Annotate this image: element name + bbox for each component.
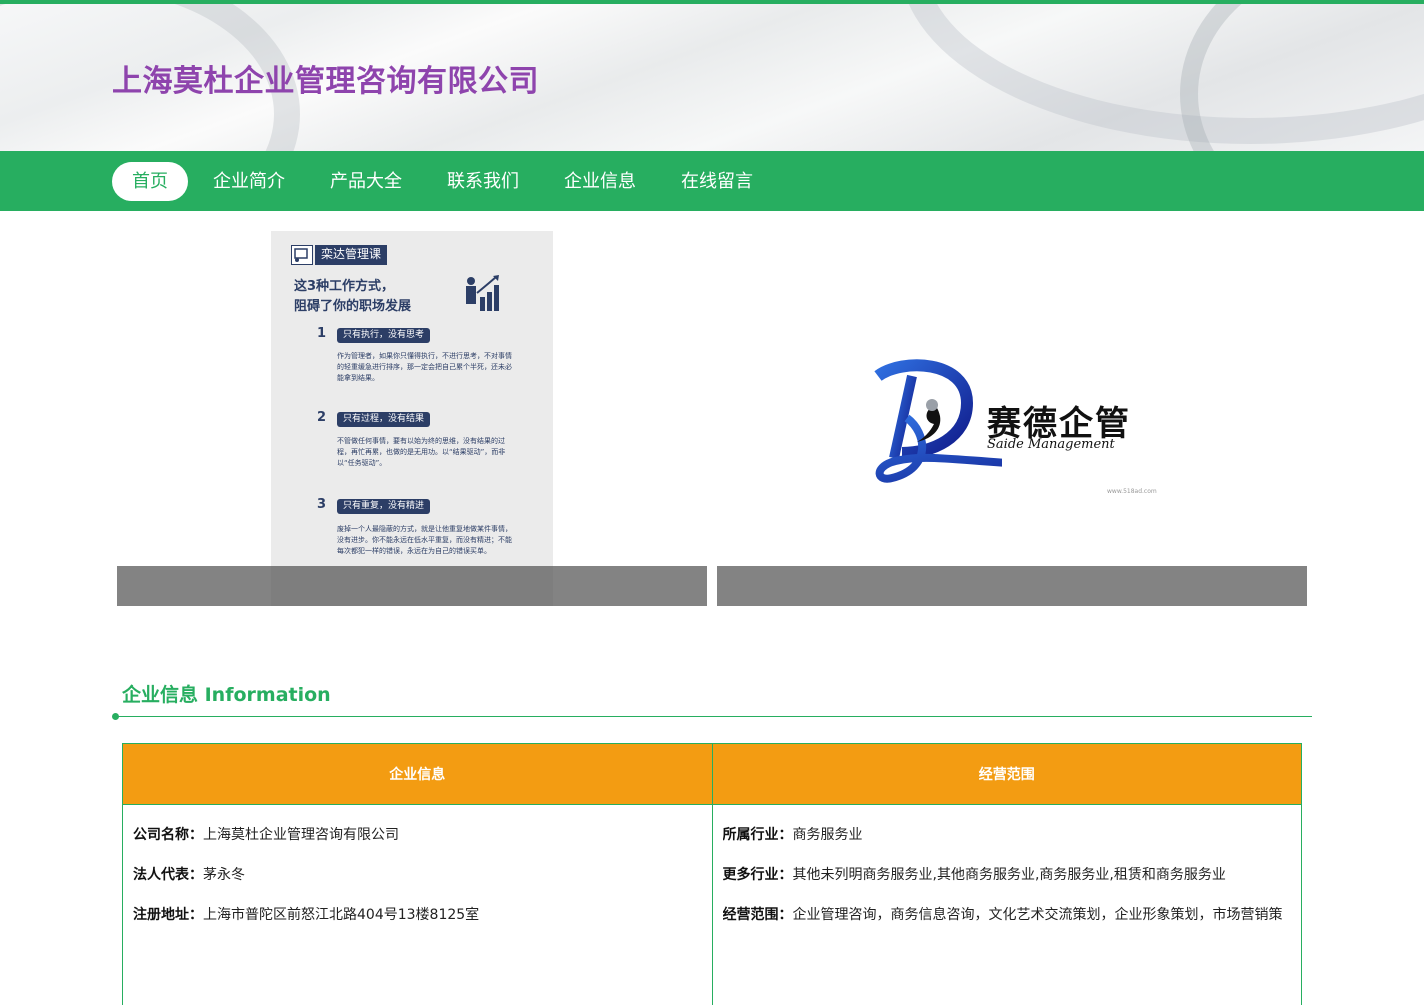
company-info-column: 公司名称：上海莫杜企业管理咨询有限公司 法人代表：茅永冬 注册地址：上海市普陀区… <box>122 804 713 1005</box>
poster-point-number: 3 <box>317 497 327 512</box>
section-divider <box>116 716 1312 717</box>
poster-point-number: 2 <box>317 410 327 425</box>
nav-item-about[interactable]: 企业简介 <box>204 162 294 201</box>
carousel-slide-1[interactable]: 栾达管理课 这3种工作方式， 阻碍了你的职场发展 1 只有执行，没有思考 作为管… <box>117 230 707 606</box>
slide-caption-bar <box>117 566 707 606</box>
info-row-company-name: 公司名称：上海莫杜企业管理咨询有限公司 <box>133 825 702 865</box>
info-key: 公司名称： <box>133 827 203 843</box>
poster-point-text: 不管做任何事情，要有以始为终的思维，没有结果的过程，再忙再累，也做的是无用功。以… <box>337 437 506 467</box>
info-key: 注册地址： <box>133 907 203 923</box>
nav-item-contact[interactable]: 联系我们 <box>438 162 528 201</box>
info-value: 上海市普陀区前怒江北路404号13楼8125室 <box>203 907 480 923</box>
info-key: 法人代表： <box>133 867 203 883</box>
info-key: 更多行业： <box>722 867 793 883</box>
main-nav: 首页 企业简介 产品大全 联系我们 企业信息 在线留言 <box>0 151 1424 211</box>
nav-item-products[interactable]: 产品大全 <box>321 162 411 201</box>
site-title[interactable]: 上海莫杜企业管理咨询有限公司 <box>112 56 539 100</box>
poster-point-title: 只有重复，没有精进 <box>337 499 431 514</box>
saide-logo-url: www.518ad.com <box>1107 488 1157 495</box>
poster-point-title: 只有过程，没有结果 <box>337 412 431 427</box>
poster-headline-line-2: 阻碍了你的职场发展 <box>294 299 412 314</box>
poster-tag: 栾达管理课 <box>315 245 388 265</box>
saide-logo: 赛德企管 Saide Management www.518ad.com <box>872 358 1172 498</box>
section-title: 企业信息 Information <box>122 684 331 706</box>
poster-headline: 这3种工作方式， 阻碍了你的职场发展 <box>294 277 411 317</box>
info-row-more-industries: 更多行业：其他未列明商务服务业,其他商务服务业,商务服务业,租赁和商务服务业 <box>723 865 1292 905</box>
growth-chart-icon <box>466 275 499 311</box>
table-header-company-info: 企业信息 <box>122 743 713 805</box>
info-row-industry: 所属行业：商务服务业 <box>723 825 1292 865</box>
info-key: 经营范围： <box>722 907 793 923</box>
poster-headline-line-1: 这3种工作方式， <box>294 279 395 294</box>
saide-logo-subtitle: Saide Management <box>987 437 1115 452</box>
nav-item-company-info[interactable]: 企业信息 <box>555 162 645 201</box>
poster-point-text: 作为管理者，如果你只懂得执行，不进行思考，不对事情的轻重缓急进行排序，那一定会把… <box>337 352 512 382</box>
table-header-business-scope: 经营范围 <box>711 743 1302 805</box>
info-key: 所属行业： <box>722 827 793 843</box>
poster-point-text: 废掉一个人最隐蔽的方式，就是让他重复地做某件事情，没有进步。你不能永远在低水平重… <box>337 525 512 555</box>
company-info-table: 企业信息 经营范围 公司名称：上海莫杜企业管理咨询有限公司 法人代表：茅永冬 注… <box>122 743 1302 1005</box>
info-row-address: 注册地址：上海市普陀区前怒江北路404号13楼8125室 <box>133 905 702 945</box>
info-value: 上海莫杜企业管理咨询有限公司 <box>203 827 399 843</box>
poster-point-title: 只有执行，没有思考 <box>337 328 431 343</box>
business-scope-column: 所属行业：商务服务业 更多行业：其他未列明商务服务业,其他商务服务业,商务服务业… <box>711 804 1302 1005</box>
lecture-icon <box>291 245 313 265</box>
info-row-legal-rep: 法人代表：茅永冬 <box>133 865 702 905</box>
poster-point-number: 1 <box>317 326 327 341</box>
info-value: 商务服务业 <box>792 827 863 843</box>
info-value: 茅永冬 <box>203 867 245 883</box>
info-value: 企业管理咨询，商务信息咨询，文化艺术交流策划，企业形象策划，市场营销策 <box>792 907 1283 923</box>
site-header: 上海莫杜企业管理咨询有限公司 <box>0 4 1424 151</box>
saide-logo-mark-icon <box>874 359 1002 483</box>
header-swirl-decoration <box>1180 4 1424 151</box>
info-row-business-scope: 经营范围：企业管理咨询，商务信息咨询，文化艺术交流策划，企业形象策划，市场营销策 <box>723 905 1292 945</box>
carousel-slide-2[interactable]: 赛德企管 Saide Management www.518ad.com <box>717 230 1307 606</box>
nav-item-message[interactable]: 在线留言 <box>672 162 762 201</box>
slide-caption-bar <box>717 566 1307 606</box>
info-value: 其他未列明商务服务业,其他商务服务业,商务服务业,租赁和商务服务业 <box>792 867 1226 883</box>
poster-image: 栾达管理课 这3种工作方式， 阻碍了你的职场发展 1 只有执行，没有思考 作为管… <box>271 231 553 606</box>
nav-item-home[interactable]: 首页 <box>112 162 188 201</box>
